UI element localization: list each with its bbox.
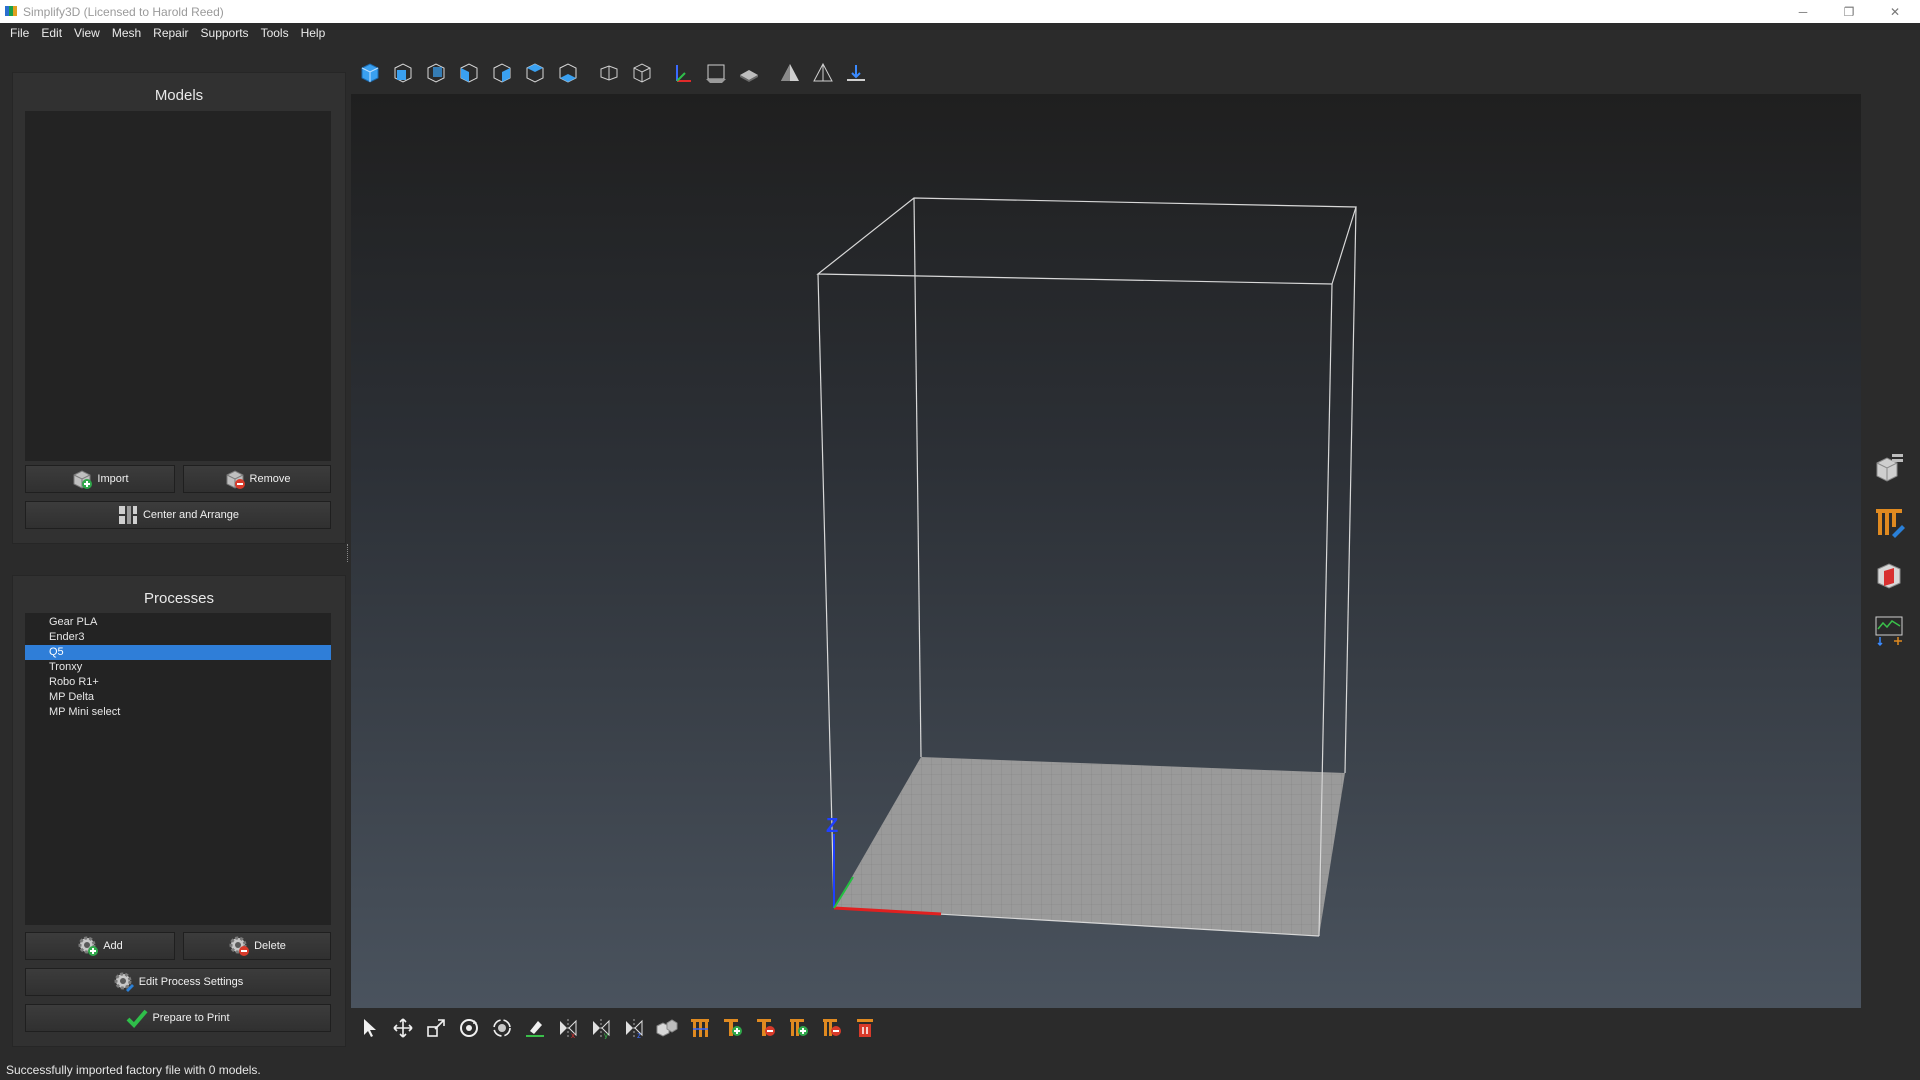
add-process-label: Add <box>103 940 123 952</box>
process-item-mp-delta[interactable]: MP Delta <box>25 690 331 705</box>
view-bottom-icon[interactable] <box>553 58 583 88</box>
edit-process-settings-label: Edit Process Settings <box>138 976 244 988</box>
view-front-icon[interactable] <box>388 58 418 88</box>
split-model-icon[interactable] <box>652 1013 682 1043</box>
close-button[interactable]: ✕ <box>1872 0 1918 23</box>
menu-view[interactable]: View <box>68 23 106 44</box>
select-tool-icon[interactable] <box>355 1013 385 1043</box>
menu-edit[interactable]: Edit <box>35 23 68 44</box>
processes-panel: Processes Gear PLA Ender3 Q5 Tronxy Robo… <box>12 575 346 1047</box>
axes-toggle-icon[interactable] <box>668 58 698 88</box>
delete-process-label: Delete <box>254 940 286 952</box>
view-back-icon[interactable] <box>421 58 451 88</box>
supports-icon[interactable] <box>685 1013 715 1043</box>
3d-viewport[interactable]: Z <box>351 94 1861 1008</box>
center-arrange-button[interactable]: Center and Arrange <box>25 501 331 529</box>
restore-button[interactable]: ❐ <box>1826 0 1872 23</box>
process-item-tronxy[interactable]: Tronxy <box>25 660 331 675</box>
lay-flat-icon[interactable] <box>520 1013 550 1043</box>
view-rotate-icon[interactable] <box>487 1013 517 1043</box>
view-top-icon[interactable] <box>520 58 550 88</box>
remove-model-icon <box>224 468 246 490</box>
perspective-icon[interactable] <box>594 58 624 88</box>
process-item-gear-pla[interactable]: Gear PLA <box>25 615 331 630</box>
window-title: Simplify3D (Licensed to Harold Reed) <box>23 5 224 19</box>
view-default-icon[interactable] <box>355 58 385 88</box>
process-item-q5[interactable]: Q5 <box>25 645 331 660</box>
prepare-to-print-button[interactable]: Prepare to Print <box>25 1004 331 1032</box>
svg-text:z: z <box>637 1031 641 1039</box>
svg-text:y: y <box>604 1031 608 1039</box>
status-bar: Successfully imported factory file with … <box>0 1060 1920 1080</box>
menu-file[interactable]: File <box>4 23 35 44</box>
checkmark-icon <box>126 1007 148 1029</box>
title-bar: Simplify3D (Licensed to Harold Reed) ─ ❐… <box>0 0 1920 23</box>
add-process-icon <box>77 935 99 957</box>
view-toolbar <box>355 58 874 88</box>
process-item-mp-mini-select[interactable]: MP Mini select <box>25 705 331 720</box>
models-panel-title: Models <box>154 87 204 104</box>
view-left-icon[interactable] <box>454 58 484 88</box>
processes-panel-title: Processes <box>143 590 215 607</box>
remove-dense-support-icon[interactable] <box>817 1013 847 1043</box>
edit-process-settings-button[interactable]: Edit Process Settings <box>25 968 331 996</box>
center-arrange-label: Center and Arrange <box>142 509 239 521</box>
solid-render-icon[interactable] <box>775 58 805 88</box>
add-dense-support-icon[interactable] <box>784 1013 814 1043</box>
support-settings-icon[interactable] <box>1869 502 1909 542</box>
remove-button[interactable]: Remove <box>183 465 331 493</box>
import-button[interactable]: Import <box>25 465 175 493</box>
build-volume-scene: Z <box>816 197 1357 937</box>
mirror-y-icon[interactable]: y <box>586 1013 616 1043</box>
machine-control-icon[interactable] <box>1869 610 1909 650</box>
add-process-button[interactable]: Add <box>25 932 175 960</box>
right-toolbar <box>1869 448 1909 664</box>
build-plate-grid <box>834 757 1345 936</box>
mirror-z-icon[interactable]: z <box>619 1013 649 1043</box>
processes-list[interactable]: Gear PLA Ender3 Q5 Tronxy Robo R1+ MP De… <box>25 613 331 925</box>
delete-process-icon <box>228 935 250 957</box>
orthographic-icon[interactable] <box>627 58 657 88</box>
rotate-tool-icon[interactable] <box>454 1013 484 1043</box>
model-settings-icon[interactable] <box>1869 448 1909 488</box>
menu-tools[interactable]: Tools <box>255 23 295 44</box>
mirror-x-icon[interactable]: x <box>553 1013 583 1043</box>
z-axis-label: Z <box>826 815 838 837</box>
process-settings-gear-icon <box>113 971 135 993</box>
prepare-to-print-label: Prepare to Print <box>152 1012 230 1024</box>
menu-supports[interactable]: Supports <box>195 23 255 44</box>
panel-splitter-handle[interactable] <box>347 544 350 562</box>
remove-button-label: Remove <box>249 473 291 485</box>
svg-text:x: x <box>571 1031 575 1039</box>
models-list[interactable] <box>25 111 331 461</box>
process-item-ender3[interactable]: Ender3 <box>25 630 331 645</box>
menu-help[interactable]: Help <box>295 23 332 44</box>
import-button-label: Import <box>97 473 129 485</box>
add-support-icon[interactable] <box>718 1013 748 1043</box>
view-right-icon[interactable] <box>487 58 517 88</box>
simplify3d-logo-icon <box>5 6 17 16</box>
menu-mesh[interactable]: Mesh <box>106 23 147 44</box>
process-item-robo-r1-plus[interactable]: Robo R1+ <box>25 675 331 690</box>
delete-process-button[interactable]: Delete <box>183 932 331 960</box>
edit-toolbar: x y z <box>355 1013 883 1043</box>
minimize-button[interactable]: ─ <box>1780 0 1826 23</box>
move-tool-icon[interactable] <box>388 1013 418 1043</box>
menu-repair[interactable]: Repair <box>147 23 194 44</box>
import-model-icon <box>71 468 93 490</box>
models-panel: Models Import Remove Center and Arrange <box>12 72 346 544</box>
shadow-toggle-icon[interactable] <box>734 58 764 88</box>
cut-model-icon[interactable] <box>1869 556 1909 596</box>
clear-supports-icon[interactable] <box>850 1013 880 1043</box>
remove-support-icon[interactable] <box>751 1013 781 1043</box>
center-arrange-icon <box>117 504 139 526</box>
wireframe-render-icon[interactable] <box>808 58 838 88</box>
menu-bar: File Edit View Mesh Repair Supports Tool… <box>0 23 1920 44</box>
scale-tool-icon[interactable] <box>421 1013 451 1043</box>
build-volume-toggle-icon[interactable] <box>701 58 731 88</box>
origin-icon[interactable] <box>841 58 871 88</box>
